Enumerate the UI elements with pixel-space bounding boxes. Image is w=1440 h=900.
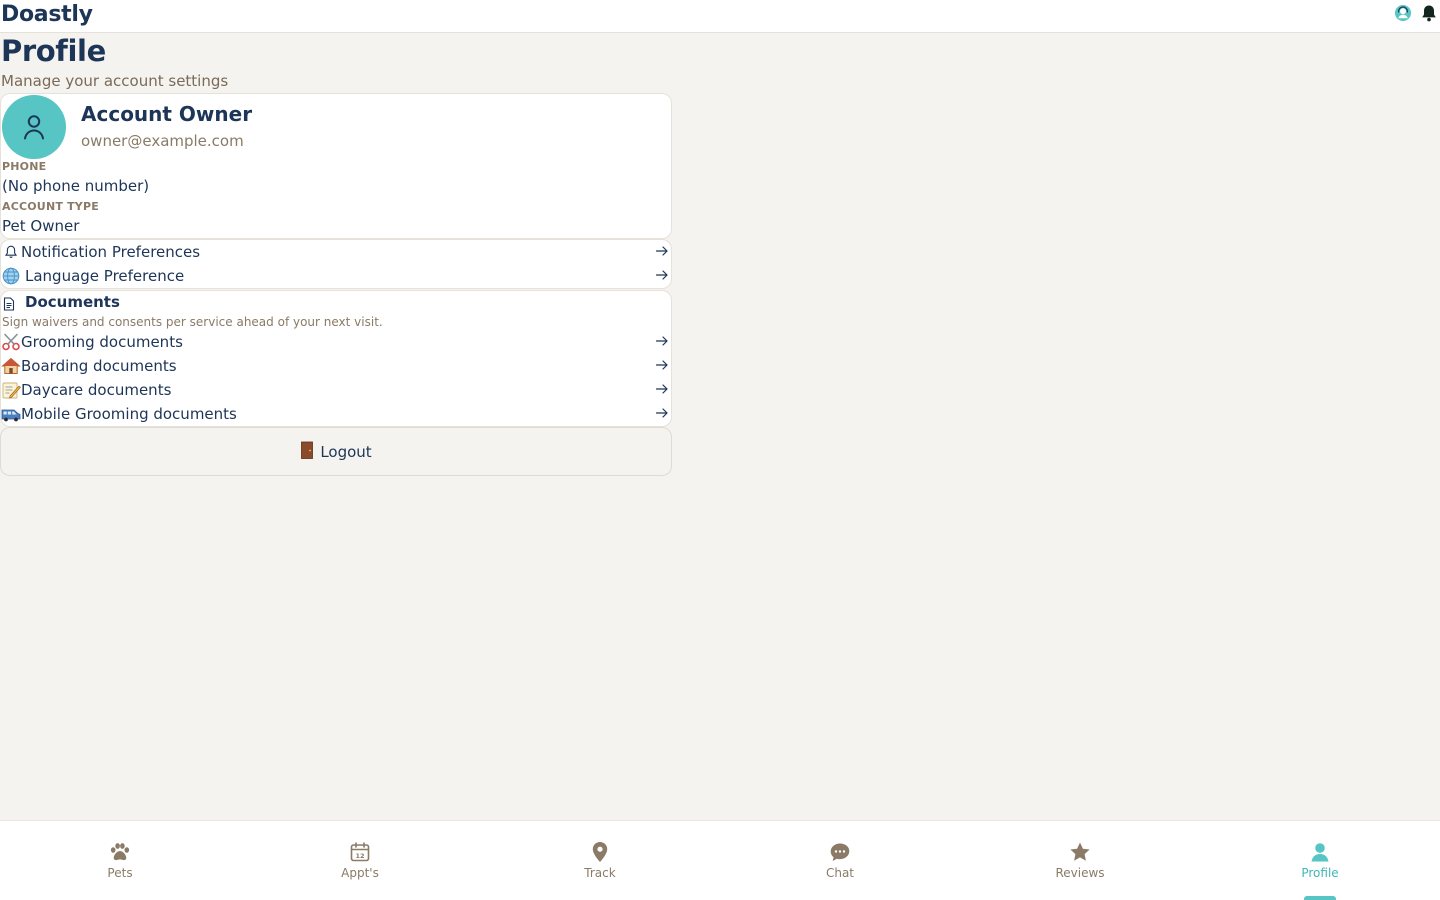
door-icon <box>300 441 314 463</box>
nav-label: Pets <box>107 866 133 880</box>
nav-item-appointments[interactable]: 12 Appt's <box>240 821 480 900</box>
van-icon <box>1 405 21 423</box>
nav-item-pets[interactable]: Pets <box>0 821 240 900</box>
top-actions <box>1394 4 1438 22</box>
account-type-value: Pet Owner <box>2 217 80 235</box>
account-type-label: ACCOUNT TYPE <box>2 200 99 213</box>
active-tab-indicator <box>1304 896 1336 900</box>
settings-item-language-preference[interactable]: Language Preference <box>1 265 671 287</box>
nav-label: Profile <box>1301 866 1339 880</box>
documents-card: Documents Sign waivers and consents per … <box>0 290 672 427</box>
nav-item-track[interactable]: Track <box>480 821 720 900</box>
arrow-right-icon <box>655 408 668 418</box>
documents-item-mobile-grooming[interactable]: Mobile Grooming documents <box>1 403 671 425</box>
nav-label: Appt's <box>341 866 379 880</box>
arrow-right-icon <box>655 336 668 346</box>
nav-label: Reviews <box>1055 866 1105 880</box>
calendar-icon: 12 <box>349 841 371 863</box>
bell-icon <box>1 243 21 261</box>
profile-card: Account Owner owner@example.com PHONE (N… <box>0 93 672 239</box>
user-icon <box>1309 841 1331 863</box>
support-agent-icon[interactable] <box>1394 4 1412 22</box>
profile-email: owner@example.com <box>81 132 244 150</box>
user-icon <box>24 115 44 140</box>
svg-text:12: 12 <box>355 852 364 860</box>
arrow-right-icon <box>655 360 668 370</box>
documents-subtitle: Sign waivers and consents per service ah… <box>2 315 383 329</box>
avatar[interactable] <box>2 95 66 159</box>
chat-bubble-icon <box>829 841 851 863</box>
documents-item-label: Daycare documents <box>21 381 172 399</box>
phone-value: (No phone number) <box>2 177 150 195</box>
bell-icon[interactable] <box>1420 4 1438 22</box>
documents-item-label: Grooming documents <box>21 333 183 351</box>
arrow-right-icon <box>655 246 668 256</box>
documents-title: Documents <box>25 293 120 311</box>
app-logo[interactable]: Doastly <box>1 2 93 27</box>
memo-icon <box>1 381 21 399</box>
top-bar: Doastly <box>0 0 1440 33</box>
settings-item-notification-preferences[interactable]: Notification Preferences <box>1 241 671 263</box>
paw-icon <box>109 841 131 863</box>
house-icon <box>1 357 21 375</box>
star-icon <box>1069 841 1091 863</box>
settings-card: Notification Preferences Language Prefer… <box>0 239 672 289</box>
page-title: Profile <box>1 34 106 68</box>
documents-item-label: Mobile Grooming documents <box>21 405 237 423</box>
scissors-icon <box>1 333 21 351</box>
arrow-right-icon <box>655 384 668 394</box>
logout-button[interactable]: Logout <box>0 427 672 476</box>
nav-item-reviews[interactable]: Reviews <box>960 821 1200 900</box>
profile-name: Account Owner <box>81 102 253 126</box>
bottom-nav: Pets 12 Appt's Track Chat Reviews Profil… <box>0 820 1440 900</box>
globe-icon <box>1 267 21 285</box>
page-subtitle: Manage your account settings <box>1 72 229 90</box>
settings-item-label: Notification Preferences <box>21 243 201 261</box>
document-icon <box>3 296 15 315</box>
documents-item-grooming[interactable]: Grooming documents <box>1 331 671 353</box>
settings-item-label: Language Preference <box>25 267 185 285</box>
documents-item-boarding[interactable]: Boarding documents <box>1 355 671 377</box>
phone-label: PHONE <box>2 160 47 173</box>
map-pin-icon <box>589 841 611 863</box>
logout-label: Logout <box>320 442 372 461</box>
arrow-right-icon <box>655 270 668 280</box>
documents-item-daycare[interactable]: Daycare documents <box>1 379 671 401</box>
nav-label: Chat <box>825 866 855 880</box>
nav-item-chat[interactable]: Chat <box>720 821 960 900</box>
documents-item-label: Boarding documents <box>21 357 177 375</box>
nav-item-profile[interactable]: Profile <box>1200 821 1440 900</box>
nav-label: Track <box>584 866 616 880</box>
